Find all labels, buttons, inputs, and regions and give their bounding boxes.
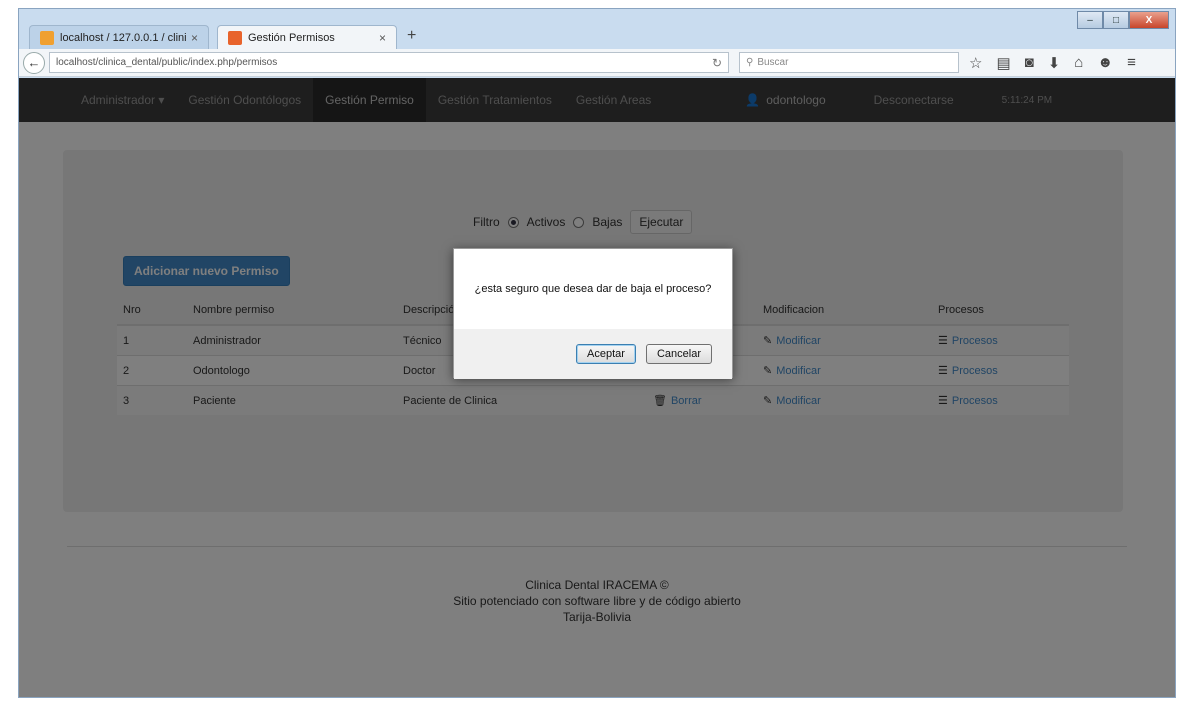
back-arrow-icon[interactable]: ←: [23, 51, 45, 74]
home-icon[interactable]: ⌂: [1074, 54, 1083, 72]
tab-close-icon[interactable]: ×: [191, 31, 198, 45]
search-icon: ⚲: [746, 57, 754, 68]
browser-window: localhost / 127.0.0.1 / clinic... × Gest…: [18, 8, 1176, 698]
reload-icon[interactable]: ↻: [712, 56, 722, 70]
tab-title: localhost / 127.0.0.1 / clinic...: [60, 31, 187, 44]
cancel-button[interactable]: Cancelar: [645, 344, 712, 364]
url-bar[interactable]: localhost/clinica_dental/public/index.ph…: [49, 52, 729, 73]
reading-list-icon[interactable]: ▤: [996, 54, 1010, 72]
search-input[interactable]: ⚲ Buscar: [739, 52, 959, 73]
dialog-message: ¿esta seguro que desea dar de baja el pr…: [454, 249, 732, 329]
maximize-button[interactable]: □: [1103, 11, 1129, 29]
pocket-icon[interactable]: ◙: [1025, 54, 1034, 72]
toolbar-icons: ☆ ▤ ◙ ⬇ ⌂ ☻ ≡: [969, 54, 1136, 72]
dialog-buttons: Aceptar Cancelar: [454, 329, 732, 379]
app-favicon-icon: [228, 30, 242, 45]
close-window-button[interactable]: X: [1129, 11, 1169, 29]
confirm-dialog: ¿esta seguro que desea dar de baja el pr…: [453, 248, 733, 379]
sync-icon[interactable]: ☻: [1097, 54, 1113, 72]
search-placeholder: Buscar: [757, 57, 789, 68]
new-tab-button[interactable]: +: [407, 27, 416, 45]
window-controls: – □ X: [1077, 11, 1169, 29]
tab-close-icon[interactable]: ×: [379, 31, 386, 45]
tab-strip: localhost / 127.0.0.1 / clinic... × Gest…: [19, 9, 1175, 49]
bookmark-star-icon[interactable]: ☆: [969, 54, 982, 72]
url-text: localhost/clinica_dental/public/index.ph…: [56, 57, 278, 68]
phpmyadmin-favicon-icon: [40, 30, 54, 45]
modal-overlay: [19, 78, 1175, 697]
browser-nav-bar: ← localhost/clinica_dental/public/index.…: [19, 49, 1175, 77]
page-content: Administrador ▾ Gestión Odontólogos Gest…: [19, 78, 1175, 697]
tab-title: Gestión Permisos: [248, 31, 335, 44]
tab-gestion-permisos[interactable]: Gestión Permisos ×: [217, 25, 397, 49]
tab-phpmyadmin[interactable]: localhost / 127.0.0.1 / clinic... ×: [29, 25, 209, 49]
minimize-button[interactable]: –: [1077, 11, 1103, 29]
download-icon[interactable]: ⬇: [1048, 54, 1061, 72]
accept-button[interactable]: Aceptar: [576, 344, 636, 364]
menu-icon[interactable]: ≡: [1127, 54, 1136, 72]
